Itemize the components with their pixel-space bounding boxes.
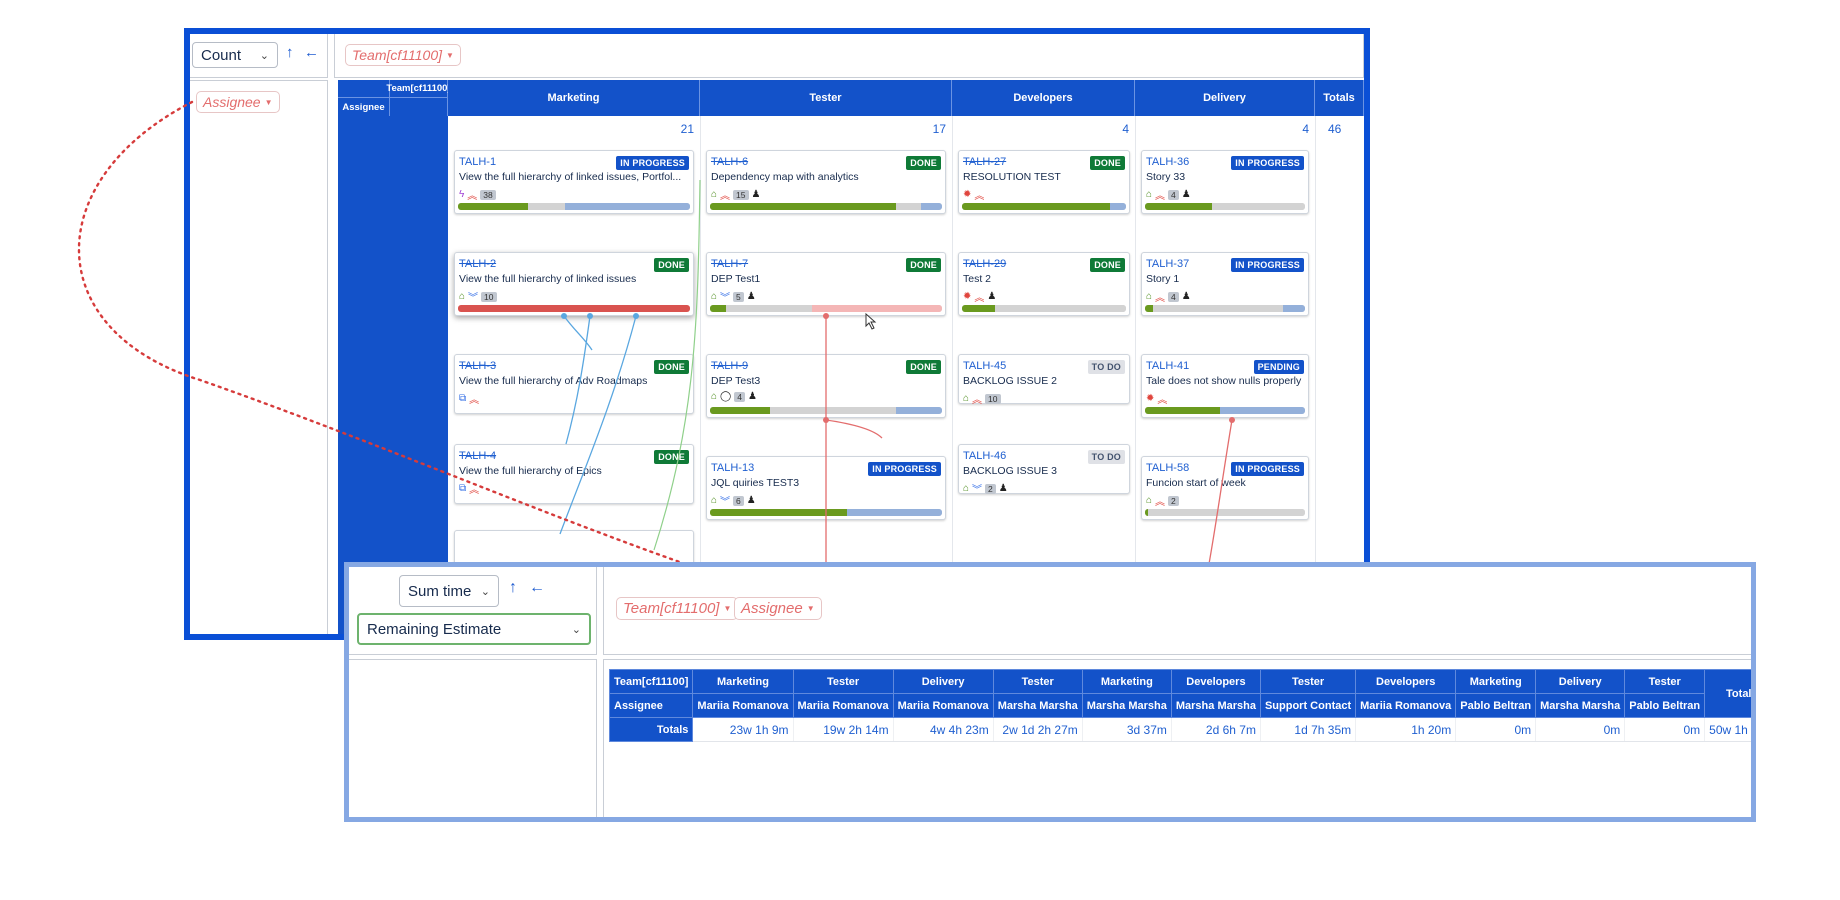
bottom-column-fields-zone: Team[cf11100] ▼ Assignee ▼	[603, 567, 1751, 655]
col-assignee[interactable]: Pablo Beltran	[1624, 693, 1706, 718]
bottom-row-fields-zone	[349, 659, 597, 817]
pivot-table: Team[cf11100] Marketing Tester Delivery …	[608, 669, 1752, 742]
col-team[interactable]: Tester	[792, 669, 894, 694]
col-team[interactable]: Marketing	[1081, 669, 1172, 694]
col-team[interactable]: Tester	[992, 669, 1083, 694]
grand-total-cell[interactable]: 50w 1h 52m	[1704, 717, 1751, 742]
row-label-totals: Totals	[608, 717, 694, 742]
caret-down-icon: ▼	[723, 604, 732, 613]
row-label-team: Team[cf11100]	[608, 669, 694, 694]
col-assignee[interactable]: Marsha Marsha	[1170, 693, 1261, 718]
total-cell[interactable]: 0m	[1624, 717, 1706, 742]
total-cell[interactable]: 3d 37m	[1082, 717, 1172, 742]
chevron-down-icon: ⌄	[480, 585, 490, 598]
col-totals-header[interactable]: Totals	[1704, 669, 1751, 718]
total-cell[interactable]: 2w 1d 2h 27m	[993, 717, 1083, 742]
col-assignee[interactable]: Marsha Marsha	[1535, 693, 1626, 718]
assignee-pill[interactable]: Assignee ▼	[734, 597, 822, 620]
bottom-left-controls: Sum time ⌄ ↑ ← Remaining Estimate ⌄	[349, 567, 597, 655]
total-cell[interactable]: 2d 6h 7m	[1171, 717, 1261, 742]
totals-row: Totals 23w 1h 9m 19w 2h 14m 4w 4h 23m 2w…	[608, 717, 1751, 742]
col-team[interactable]: Marketing	[1455, 669, 1537, 694]
team-header-row: Team[cf11100] Marketing Tester Delivery …	[608, 669, 1751, 718]
total-cell[interactable]: 0m	[1535, 717, 1626, 742]
total-cell[interactable]: 0m	[1455, 717, 1537, 742]
pivot-screenshot-frame: Sum time ⌄ ↑ ← Remaining Estimate ⌄ Team…	[344, 562, 1756, 822]
sum-time-select[interactable]: Sum time ⌄	[399, 575, 499, 607]
row-label-assignee: Assignee	[608, 693, 694, 718]
col-team[interactable]: Delivery	[892, 669, 994, 694]
total-cell[interactable]: 1d 7h 35m	[1260, 717, 1357, 742]
col-team[interactable]: Tester	[1624, 669, 1706, 694]
col-assignee[interactable]: Support Contact	[1259, 693, 1357, 718]
team-pill[interactable]: Team[cf11100] ▼	[616, 597, 739, 620]
col-assignee[interactable]: Marsha Marsha	[1081, 693, 1172, 718]
assignee-pill-label: Assignee	[741, 600, 803, 617]
chevron-down-icon: ⌄	[571, 623, 581, 636]
caret-down-icon: ▼	[806, 604, 815, 613]
col-assignee[interactable]: Mariia Romanova	[792, 693, 894, 718]
sort-left-icon[interactable]: ←	[529, 579, 545, 597]
col-team[interactable]: Tester	[1259, 669, 1357, 694]
col-assignee[interactable]: Mariia Romanova	[1355, 693, 1457, 718]
col-team[interactable]: Marketing	[692, 669, 794, 694]
sort-up-icon[interactable]: ↑	[509, 579, 517, 597]
remaining-estimate-select-value: Remaining Estimate	[367, 620, 502, 638]
team-pill-label: Team[cf11100]	[623, 600, 720, 617]
col-team[interactable]: Delivery	[1535, 669, 1626, 694]
assignee-header-row: Assignee Mariia Romanova Mariia Romanova…	[608, 693, 1752, 718]
col-team[interactable]: Developers	[1355, 669, 1457, 694]
total-cell[interactable]: 4w 4h 23m	[893, 717, 994, 742]
col-team[interactable]: Developers	[1170, 669, 1261, 694]
col-assignee[interactable]: Mariia Romanova	[892, 693, 994, 718]
col-assignee[interactable]: Mariia Romanova	[692, 693, 794, 718]
total-cell[interactable]: 19w 2h 14m	[793, 717, 894, 742]
sum-time-select-value: Sum time	[408, 582, 472, 600]
col-assignee[interactable]: Pablo Beltran	[1455, 693, 1537, 718]
total-cell[interactable]: 23w 1h 9m	[692, 717, 794, 742]
remaining-estimate-select[interactable]: Remaining Estimate ⌄	[357, 613, 591, 645]
total-cell[interactable]: 1h 20m	[1355, 717, 1457, 742]
col-assignee[interactable]: Marsha Marsha	[992, 693, 1083, 718]
